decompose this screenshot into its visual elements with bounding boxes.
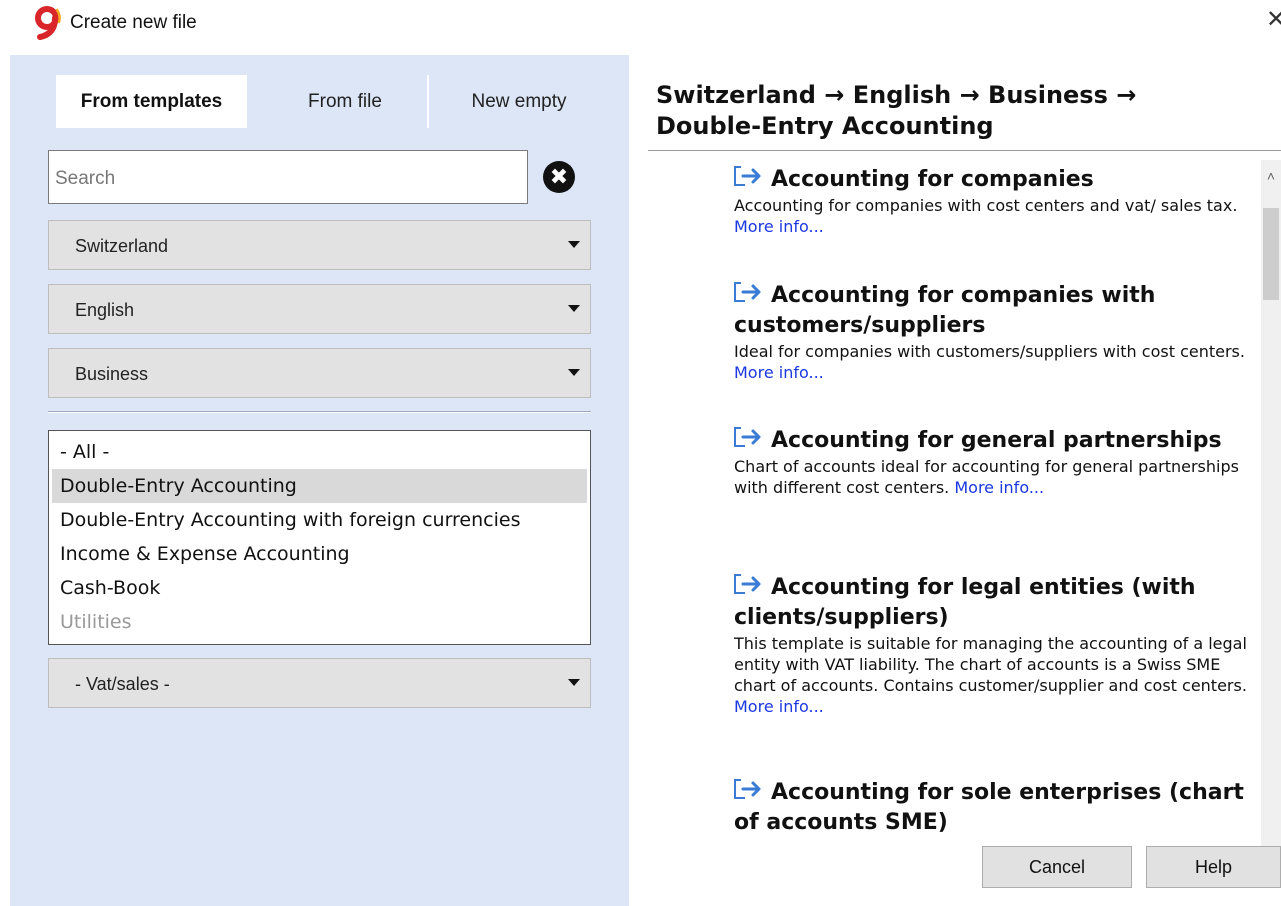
list-item[interactable]: Double-Entry Accounting [52, 469, 587, 503]
more-info-link[interactable]: More info... [734, 217, 824, 236]
template-item[interactable]: Accounting for legal entities (with clie… [734, 572, 1254, 717]
open-template-icon [734, 574, 761, 594]
breadcrumb: Switzerland → English → Business → Doubl… [656, 81, 1137, 140]
left-panel: From templates From file New empty Searc… [10, 55, 629, 906]
template-title[interactable]: Accounting for companies with customers/… [734, 280, 1254, 341]
scrollbar-thumb[interactable] [1263, 208, 1279, 300]
accounting-type-list: - All - Double-Entry Accounting Double-E… [48, 430, 591, 645]
template-description: Accounting for companies with cost cente… [734, 195, 1254, 237]
template-title-text: Accounting for companies [771, 167, 1094, 192]
list-item[interactable]: Cash-Book [52, 571, 587, 605]
template-title-text: Accounting for general partnerships [771, 428, 1222, 453]
template-description: Ideal for companies with customers/suppl… [734, 341, 1254, 383]
list-item[interactable]: Income & Expense Accounting [52, 537, 587, 571]
template-title[interactable]: Accounting for sole enterprises (chart o… [734, 777, 1254, 838]
template-description-text: Ideal for companies with customers/suppl… [734, 342, 1245, 361]
title-bar: Create new file ✕ [0, 0, 1281, 48]
more-info-link[interactable]: More info... [734, 697, 824, 716]
template-item[interactable]: Accounting for companies with customers/… [734, 280, 1254, 383]
template-title[interactable]: Accounting for companies [734, 164, 1254, 195]
vat-select[interactable]: - Vat/sales - [48, 658, 591, 708]
template-item[interactable]: Accounting for general partnerships Char… [734, 425, 1254, 498]
cancel-button[interactable]: Cancel [982, 846, 1132, 888]
template-title[interactable]: Accounting for legal entities (with clie… [734, 572, 1254, 633]
open-template-icon [734, 166, 761, 186]
language-select[interactable]: English [48, 284, 591, 334]
template-description: This template is suitable for managing t… [734, 633, 1254, 717]
country-select-value: Switzerland [75, 236, 169, 256]
chevron-down-icon [568, 679, 580, 686]
tab-from-file[interactable]: From file [260, 75, 430, 128]
section-divider [48, 411, 591, 413]
tab-from-templates[interactable]: From templates [56, 75, 247, 128]
country-select[interactable]: Switzerland [48, 220, 591, 270]
chevron-down-icon [568, 305, 580, 312]
template-list: Accounting for companies Accounting for … [648, 152, 1258, 865]
template-title-text: Accounting for legal entities (with clie… [734, 575, 1196, 630]
more-info-link[interactable]: More info... [734, 363, 824, 382]
open-template-icon [734, 282, 761, 302]
app-logo-icon [35, 6, 61, 40]
template-title-text: Accounting for sole enterprises (chart o… [734, 780, 1244, 835]
more-info-link[interactable]: More info... [954, 478, 1044, 497]
template-description-text: This template is suitable for managing t… [734, 634, 1247, 695]
template-description-text: Accounting for companies with cost cente… [734, 196, 1238, 215]
help-button[interactable]: Help [1146, 846, 1281, 888]
category-select[interactable]: Business [48, 348, 591, 398]
template-item[interactable]: Accounting for companies Accounting for … [734, 164, 1254, 237]
template-title[interactable]: Accounting for general partnerships [734, 425, 1254, 456]
open-template-icon [734, 427, 761, 447]
vertical-scrollbar[interactable]: ˄ ˅ [1261, 160, 1281, 866]
header-divider [648, 150, 1281, 151]
template-title-text: Accounting for companies with customers/… [734, 283, 1156, 338]
tab-new-empty[interactable]: New empty [445, 75, 593, 128]
close-icon[interactable]: ✕ [1266, 8, 1281, 32]
clear-search-icon[interactable]: ✖ [543, 161, 575, 193]
tab-divider [427, 75, 429, 128]
category-select-value: Business [75, 364, 149, 384]
language-select-value: English [75, 300, 135, 320]
window-title: Create new file [70, 12, 197, 33]
template-description: Chart of accounts ideal for accounting f… [734, 456, 1254, 498]
vat-select-value: - Vat/sales - [75, 674, 170, 694]
list-item[interactable]: Double-Entry Accounting with foreign cur… [52, 503, 587, 537]
open-template-icon [734, 779, 761, 799]
scroll-up-icon[interactable]: ˄ [1261, 168, 1281, 186]
chevron-down-icon [568, 369, 580, 376]
search-input[interactable]: Search [48, 150, 528, 204]
chevron-down-icon [568, 241, 580, 248]
template-item[interactable]: Accounting for sole enterprises (chart o… [734, 777, 1254, 838]
list-item[interactable]: - All - [52, 435, 587, 469]
list-item: Utilities [60, 611, 132, 633]
